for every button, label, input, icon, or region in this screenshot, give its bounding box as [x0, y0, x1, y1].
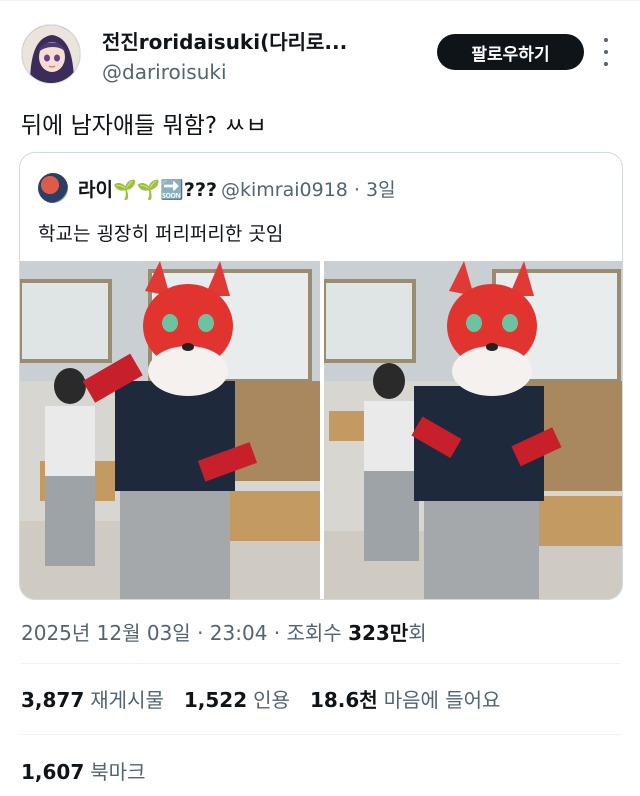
quotes-stat[interactable]: 1,522 인용	[184, 684, 290, 713]
reposts-count: 3,877	[21, 688, 85, 712]
tweet-timestamp[interactable]: 2025년 12월 03일 · 23:04 · 조회수 323만회	[21, 617, 427, 646]
top-divider	[0, 0, 640, 8]
quoted-author-avatar[interactable]	[38, 173, 68, 203]
likes-label: 마음에 들어요	[383, 688, 501, 712]
likes-count: 18.6천	[309, 688, 378, 712]
author-avatar[interactable]	[21, 24, 81, 84]
view-count: 323만	[348, 621, 409, 645]
quoted-tweet[interactable]: 라이🌱🌱🔜??? @kimrai0918 · 3일 학교는 굉장히 퍼리퍼리한 …	[19, 152, 623, 600]
follow-button[interactable]: 팔로우하기	[437, 34, 584, 70]
stats-divider-bottom	[21, 734, 621, 735]
reposts-label: 재게시물	[90, 688, 164, 712]
bookmarks-label: 북마크	[90, 760, 146, 784]
quoted-photo-2[interactable]	[324, 261, 622, 599]
quoted-tweet-text: 학교는 굉장히 퍼리퍼리한 곳임	[38, 223, 284, 245]
reposts-stat[interactable]: 3,877 재게시물	[21, 684, 164, 713]
view-count-suffix: 회	[408, 621, 427, 645]
more-options-icon[interactable]	[598, 38, 614, 66]
quoted-photo-1[interactable]	[20, 261, 320, 599]
quoted-author-name[interactable]: 라이🌱🌱🔜???	[78, 175, 217, 202]
tweet-text: 뒤에 남자애들 뭐함? ㅆㅂ	[21, 113, 267, 139]
timestamp-datetime[interactable]: 2025년 12월 03일 · 23:04 · 조회수	[21, 621, 348, 645]
bookmarks-stat[interactable]: 1,607 북마크	[21, 756, 145, 785]
quotes-label: 인용	[253, 688, 290, 712]
quotes-count: 1,522	[183, 688, 248, 712]
author-display-name[interactable]: 전진roridaisuki(다리로...	[102, 26, 347, 55]
stats-divider-top	[21, 663, 621, 664]
quoted-tweet-header: 라이🌱🌱🔜??? @kimrai0918 · 3일	[38, 173, 396, 203]
quoted-author-handle[interactable]: @kimrai0918 · 3일	[221, 175, 396, 202]
likes-stat[interactable]: 18.6천 마음에 들어요	[310, 684, 501, 713]
bookmarks-count: 1,607	[21, 760, 85, 784]
engagement-stats: 3,877 재게시물 1,522 인용 18.6천 마음에 들어요	[21, 684, 500, 713]
author-handle[interactable]: @dariroisuki	[102, 60, 227, 84]
